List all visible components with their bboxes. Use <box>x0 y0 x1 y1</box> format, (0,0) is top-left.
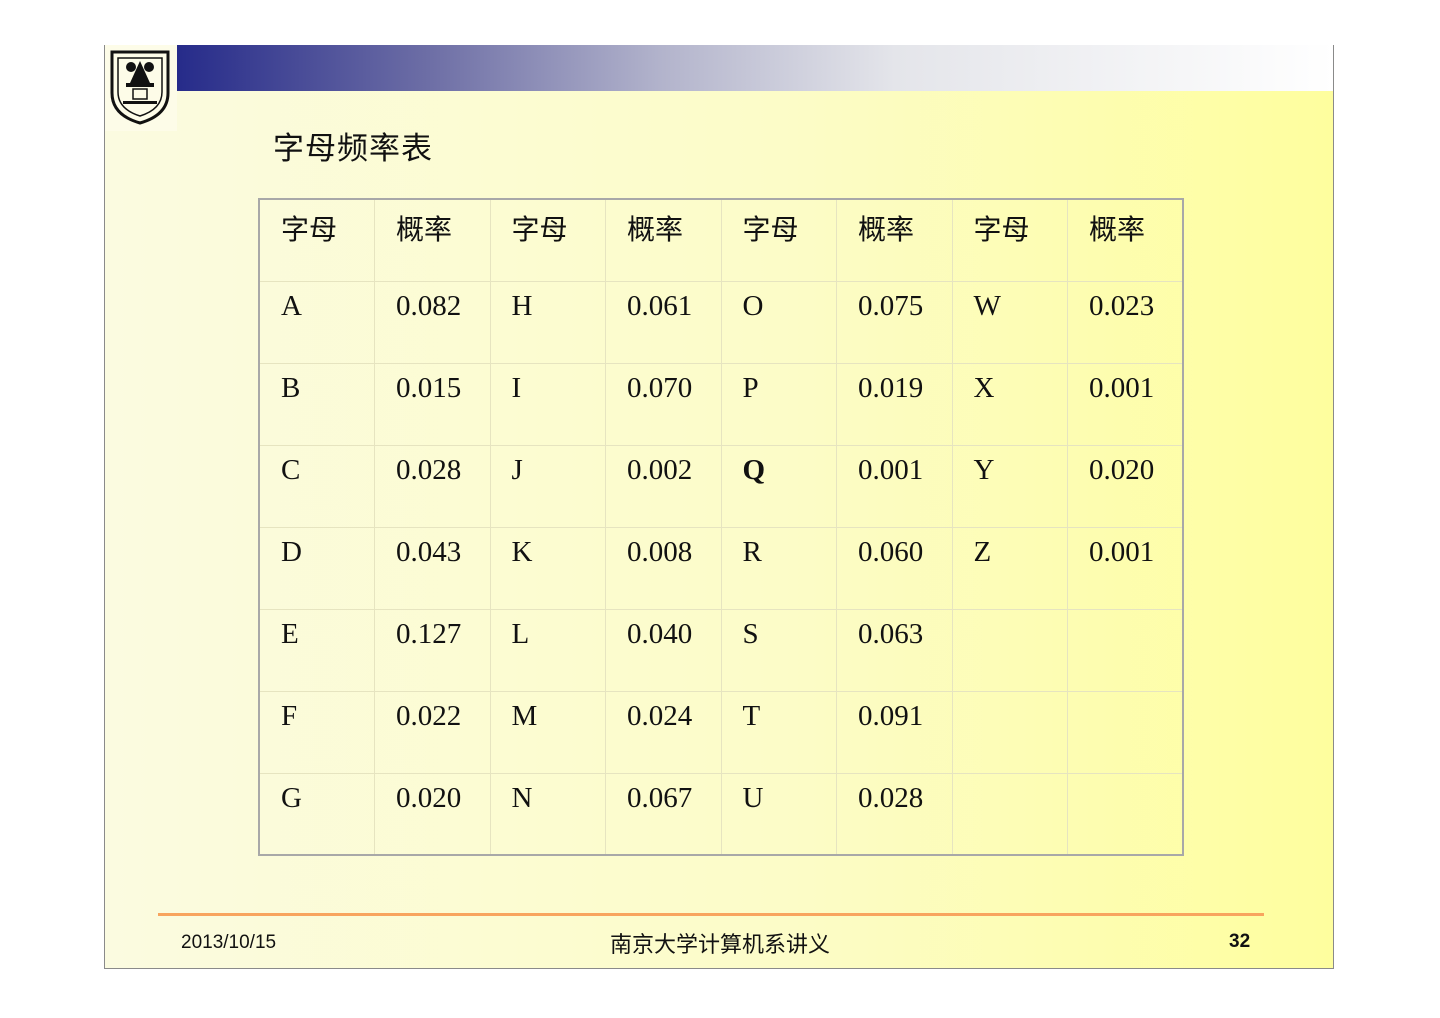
letter-cell: J <box>489 444 606 527</box>
letter-cell: H <box>489 280 606 363</box>
table-row: A 0.082 H 0.061 O 0.075 W 0.023 <box>259 280 1183 363</box>
probability-cell: 0.067 <box>605 772 721 855</box>
letter-cell: Q <box>720 444 837 527</box>
probability-cell <box>1067 690 1183 773</box>
probability-cell: 0.008 <box>605 526 721 609</box>
table-row: E 0.127 L 0.040 S 0.063 <box>259 608 1183 691</box>
probability-cell: 0.023 <box>1067 280 1183 363</box>
probability-cell: 0.043 <box>374 526 490 609</box>
letter-cell: M <box>489 690 606 773</box>
probability-cell: 0.020 <box>1067 444 1183 527</box>
letter-cell: S <box>720 608 837 691</box>
letter-cell: X <box>951 362 1068 445</box>
footer-divider <box>158 913 1264 916</box>
university-emblem-icon <box>110 50 170 125</box>
probability-cell: 0.082 <box>374 280 490 363</box>
letter-cell <box>951 772 1068 855</box>
probability-cell: 0.028 <box>374 444 490 527</box>
probability-cell: 0.075 <box>836 280 952 363</box>
letter-cell: R <box>720 526 837 609</box>
probability-cell <box>1067 608 1183 691</box>
header-gradient-band <box>177 45 1333 91</box>
probability-cell: 0.022 <box>374 690 490 773</box>
letter-cell: D <box>259 526 375 609</box>
probability-cell: 0.001 <box>1067 526 1183 609</box>
probability-cell: 0.061 <box>605 280 721 363</box>
letter-cell: F <box>259 690 375 773</box>
letter-cell <box>951 608 1068 691</box>
slide: 字母频率表 字母 概率 字母 概率 字母 概率 字母 概率 A 0.082 H 0.061 O 0.075… <box>104 45 1334 969</box>
letter-frequency-table: 字母 概率 字母 概率 字母 概率 字母 概率 A 0.082 H 0.061 O 0.075 W 0.023… <box>258 198 1184 856</box>
probability-cell: 0.127 <box>374 608 490 691</box>
header-letter-cell: 字母 <box>720 199 837 281</box>
header-probability-cell: 概率 <box>836 199 952 281</box>
header-letter-cell: 字母 <box>489 199 606 281</box>
probability-cell: 0.015 <box>374 362 490 445</box>
footer-course-title: 南京大学计算机系讲义 <box>609 933 830 958</box>
logo-area <box>105 45 177 131</box>
header-probability-cell: 概率 <box>374 199 490 281</box>
probability-cell: 0.001 <box>1067 362 1183 445</box>
probability-cell <box>1067 772 1183 855</box>
table-row: F 0.022 M 0.024 T 0.091 <box>259 690 1183 773</box>
probability-cell: 0.063 <box>836 608 952 691</box>
probability-cell: 0.001 <box>836 444 952 527</box>
header-probability-cell: 概率 <box>605 199 721 281</box>
probability-cell: 0.020 <box>374 772 490 855</box>
letter-cell: K <box>489 526 606 609</box>
header-probability-cell: 概率 <box>1067 199 1183 281</box>
table-row: C 0.028 J 0.002 Q 0.001 Y 0.020 <box>259 444 1183 527</box>
table-header-row: 字母 概率 字母 概率 字母 概率 字母 概率 <box>259 199 1183 281</box>
letter-cell: C <box>259 444 375 527</box>
letter-cell: U <box>720 772 837 855</box>
letter-cell: E <box>259 608 375 691</box>
letter-cell: B <box>259 362 375 445</box>
letter-cell: T <box>720 690 837 773</box>
letter-cell: I <box>489 362 606 445</box>
header-letter-cell: 字母 <box>951 199 1068 281</box>
probability-cell: 0.002 <box>605 444 721 527</box>
header-letter-cell: 字母 <box>281 213 338 246</box>
letter-cell: A <box>259 280 375 363</box>
letter-cell: P <box>720 362 837 445</box>
letter-cell: Y <box>951 444 1068 527</box>
probability-cell: 0.024 <box>605 690 721 773</box>
letter-cell: N <box>489 772 606 855</box>
table-row: G 0.020 N 0.067 U 0.028 <box>259 772 1183 855</box>
letter-cell: O <box>720 280 837 363</box>
letter-cell: Z <box>951 526 1068 609</box>
letter-cell <box>951 690 1068 773</box>
slide-title: 字母频率表 <box>273 131 433 167</box>
page-number: 32 <box>1229 931 1251 952</box>
probability-cell: 0.040 <box>605 608 721 691</box>
probability-cell: 0.019 <box>836 362 952 445</box>
table-row: D 0.043 K 0.008 R 0.060 Z 0.001 <box>259 526 1183 609</box>
probability-cell: 0.070 <box>605 362 721 445</box>
letter-cell: W <box>951 280 1068 363</box>
probability-cell: 0.091 <box>836 690 952 773</box>
probability-cell: 0.060 <box>836 526 952 609</box>
table-row: B 0.015 I 0.070 P 0.019 X 0.001 <box>259 362 1183 445</box>
probability-cell: 0.028 <box>836 772 952 855</box>
letter-cell: L <box>489 608 606 691</box>
letter-cell: G <box>259 772 375 855</box>
